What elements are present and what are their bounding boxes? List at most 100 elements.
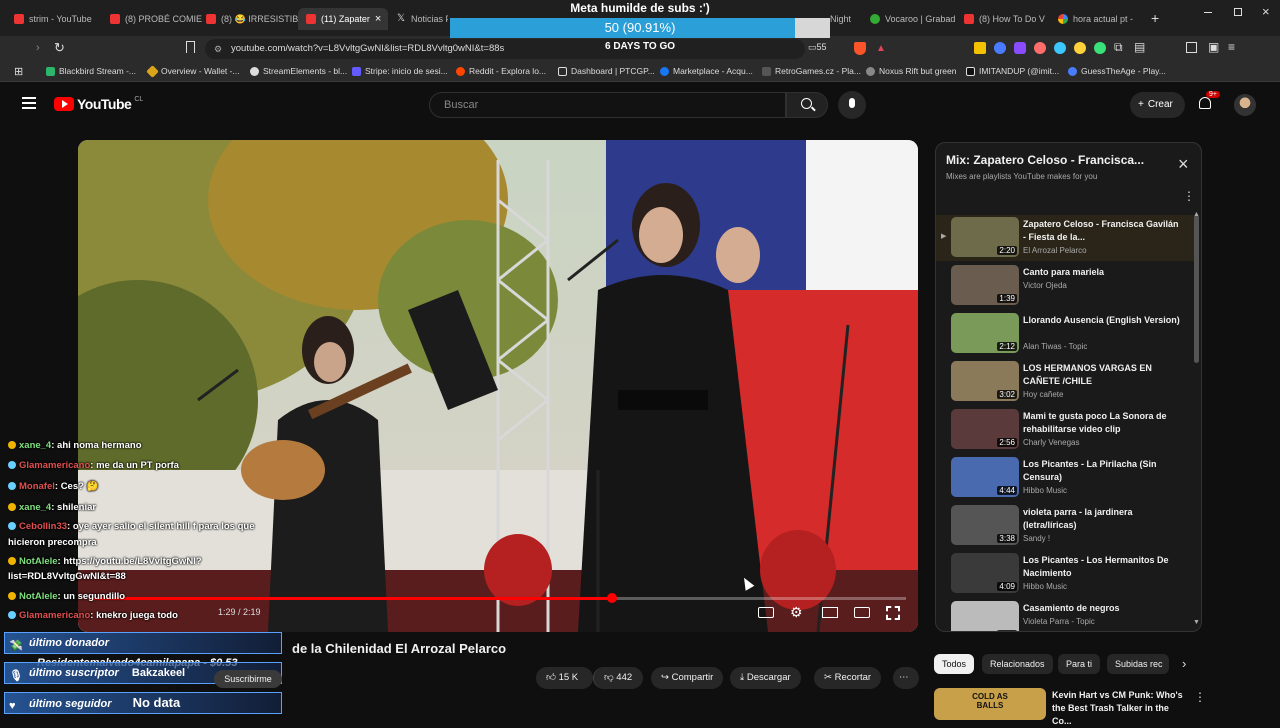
- extension-icon[interactable]: [1034, 42, 1046, 54]
- bookmark-icon[interactable]: [186, 41, 195, 53]
- close-icon[interactable]: ×: [1178, 155, 1189, 173]
- forward-icon[interactable]: ›: [36, 42, 40, 54]
- sidebar-icon[interactable]: [1186, 42, 1197, 53]
- playlist-item[interactable]: 3:02 LOS HERMANOS VARGAS EN CAÑETE /CHILE…: [936, 361, 1196, 409]
- chat-badge-icon: [8, 441, 16, 449]
- more-options-icon[interactable]: ⋮: [1194, 690, 1206, 704]
- extension-icon[interactable]: [1054, 42, 1066, 54]
- tab-8[interactable]: hora actual pt -: [1058, 8, 1144, 30]
- more-actions-button[interactable]: ⋯: [893, 667, 919, 689]
- search-input[interactable]: Buscar: [429, 92, 786, 118]
- chip-relacionados[interactable]: Relacionados: [982, 654, 1053, 674]
- tab-5[interactable]: Night: [830, 8, 866, 30]
- tab-2[interactable]: (8) 😂 IRRESISTIB: [206, 8, 298, 30]
- bookmark-item[interactable]: Overview - Wallet -...: [146, 64, 240, 78]
- recommended-thumbnail[interactable]: COLD AS BALLS: [934, 688, 1046, 720]
- notifications-button[interactable]: 9+: [1198, 91, 1220, 112]
- playlist-thumbnail[interactable]: 3:38: [951, 505, 1019, 545]
- playlist-item[interactable]: 3:38 violeta parra - la jardinera (letra/…: [936, 505, 1196, 553]
- apps-grid-icon[interactable]: ⊞: [14, 65, 23, 78]
- playlist-thumbnail[interactable]: 1:39: [951, 265, 1019, 305]
- playlist-item[interactable]: 2:56 Mami te gusta poco La Sonora de reha…: [936, 409, 1196, 457]
- playlist-thumbnail[interactable]: 2:12: [951, 313, 1019, 353]
- avatar[interactable]: [1234, 94, 1256, 116]
- chat-username: NotAlele: [19, 591, 58, 602]
- close-tab-icon[interactable]: ×: [375, 13, 381, 25]
- bookmark-item[interactable]: RetroGames.cz - Pla...: [762, 66, 861, 76]
- media-icon[interactable]: ▤: [1134, 40, 1145, 54]
- like-button[interactable]: 👍︎ 15 K: [536, 667, 593, 689]
- playlist-thumbnail[interactable]: 1:38: [951, 601, 1019, 631]
- playlist-item[interactable]: 2:12 Llorando Ausencia (English Version) A…: [936, 313, 1196, 361]
- maximize-icon[interactable]: [1234, 8, 1242, 16]
- hamburger-menu-icon[interactable]: [22, 97, 36, 109]
- playlist-item[interactable]: 4:09 Los Picantes - Los Hermanitos De Nac…: [936, 553, 1196, 601]
- bookmark-item[interactable]: StreamElements - bl...: [250, 66, 347, 76]
- fullscreen-icon[interactable]: [886, 606, 900, 620]
- menu-icon[interactable]: ≡: [1228, 40, 1235, 54]
- chat-text: list=RDL8VvltgGwNI&t=88: [8, 571, 126, 582]
- chat-text: : ahi noma hermano: [51, 440, 142, 451]
- bookmark-item[interactable]: IMITANDUP (@imit...: [966, 66, 1059, 76]
- playlist-thumbnail[interactable]: 4:44: [951, 457, 1019, 497]
- chat-username: Cebollin33: [19, 521, 68, 532]
- extension-icon[interactable]: [1094, 42, 1106, 54]
- extension-icon[interactable]: [974, 42, 986, 54]
- dislike-button[interactable]: 👎︎ 442: [593, 667, 643, 689]
- playlist-item[interactable]: 2:20 Zapatero Celoso - Francisca Gavilán …: [936, 217, 1196, 265]
- playlist-thumbnail[interactable]: 2:20: [951, 217, 1019, 257]
- cast-icon[interactable]: [854, 607, 870, 618]
- bookmark-item[interactable]: Reddit - Explora lo...: [456, 66, 546, 76]
- video-progress-track[interactable]: [90, 593, 906, 603]
- playlist-item[interactable]: 1:38 Casamiento de negros Violeta Parra - …: [936, 601, 1196, 631]
- chip-todos[interactable]: Todos: [934, 654, 975, 674]
- wallet-icon[interactable]: ▣: [1208, 40, 1219, 54]
- subscribe-button[interactable]: Suscribirme: [214, 670, 282, 688]
- new-tab-button[interactable]: +: [1151, 10, 1159, 26]
- bookmark-item[interactable]: Stripe: inicio de sesi...: [352, 66, 448, 76]
- reload-icon[interactable]: ↻: [54, 40, 65, 56]
- extensions-puzzle-icon[interactable]: ⧉: [1114, 40, 1123, 55]
- bookmark-item[interactable]: Noxus Rift but green: [866, 66, 956, 76]
- tab-active[interactable]: (11) Zapater ×: [298, 8, 388, 30]
- download-button[interactable]: ⤓ Descargar: [730, 667, 801, 689]
- tab-4[interactable]: 𝕏 Noticias Pl: [396, 8, 448, 30]
- minimize-icon[interactable]: [1204, 12, 1212, 13]
- playlist-item[interactable]: 4:44 Los Picantes - La Pirilacha (Sin Cen…: [936, 457, 1196, 505]
- last-follower-row: ♥ último seguidor No data: [4, 692, 282, 714]
- voice-search-button[interactable]: [838, 91, 866, 119]
- bookmark-item[interactable]: Dashboard | PTCGP...: [558, 66, 655, 76]
- tab-6[interactable]: Vocaroo | Grabad: [870, 8, 958, 30]
- tab-7[interactable]: (8) How To Do V: [964, 8, 1052, 30]
- recommended-title[interactable]: Kevin Hart vs CM Punk: Who's the Best Tr…: [1052, 689, 1190, 728]
- tab-0[interactable]: strim - YouTube: [14, 8, 106, 30]
- theater-mode-icon[interactable]: [822, 607, 838, 618]
- chevron-right-icon[interactable]: ›: [1182, 656, 1186, 671]
- playlist-thumbnail[interactable]: 3:02: [951, 361, 1019, 401]
- subtitles-icon[interactable]: [758, 607, 774, 618]
- extension-icon[interactable]: [994, 42, 1006, 54]
- extension-icon[interactable]: [1074, 42, 1086, 54]
- share-button[interactable]: ↪ Compartir: [651, 667, 724, 689]
- brave-rewards-icon[interactable]: ▲: [876, 43, 886, 54]
- youtube-logo[interactable]: YouTube CL: [54, 96, 143, 112]
- video-player[interactable]: 1:29 / 2:19 ⚙: [78, 140, 918, 632]
- brave-shield-icon[interactable]: [854, 42, 866, 55]
- playlist-thumbnail[interactable]: 4:09: [951, 553, 1019, 593]
- playlist-thumbnail[interactable]: 2:56: [951, 409, 1019, 449]
- playlist-item[interactable]: 1:39 Canto para mariela Victor Ojeda: [936, 265, 1196, 313]
- chip-subidas-recientes[interactable]: Subidas rec: [1107, 654, 1169, 674]
- clip-button[interactable]: ✂ Recortar: [814, 667, 882, 689]
- chip-para-ti[interactable]: Para ti: [1058, 654, 1101, 674]
- bookmark-item[interactable]: GuessTheAge - Play...: [1068, 66, 1166, 76]
- create-button[interactable]: + Crear: [1130, 92, 1185, 118]
- tab-1[interactable]: (8) PROBÉ COMIE: [110, 8, 202, 30]
- settings-gear-icon[interactable]: ⚙: [790, 604, 803, 621]
- bookmark-item[interactable]: Marketplace - Acqu...: [660, 66, 753, 76]
- site-info-icon[interactable]: ⚙: [214, 39, 222, 59]
- more-options-icon[interactable]: ⋮: [1183, 189, 1195, 203]
- close-window-icon[interactable]: ×: [1262, 4, 1270, 19]
- extension-icon[interactable]: [1014, 42, 1026, 54]
- bookmark-item[interactable]: Blackbird Stream -...: [46, 66, 136, 76]
- search-button[interactable]: [786, 92, 828, 118]
